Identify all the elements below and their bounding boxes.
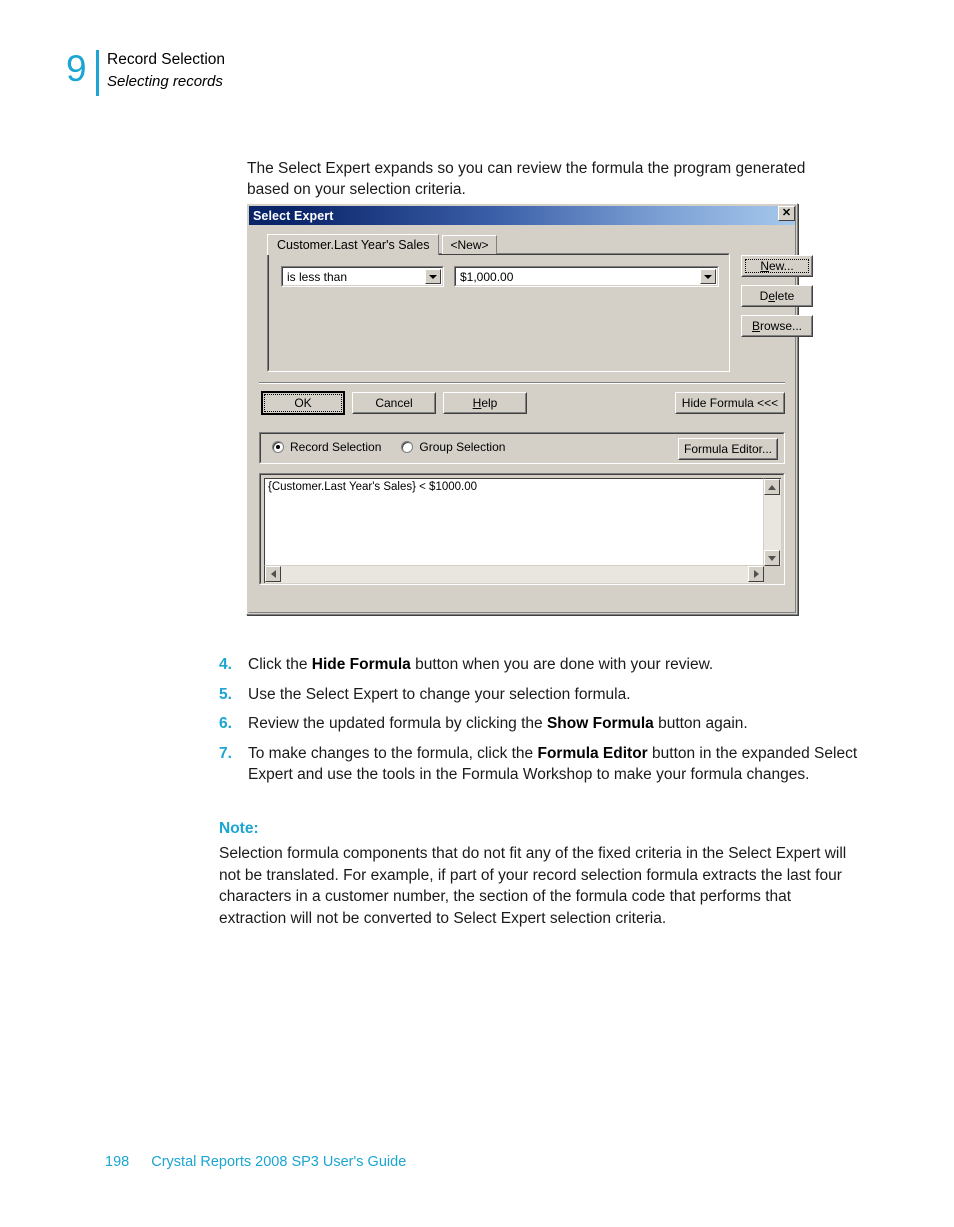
footer-guide-title: Crystal Reports 2008 SP3 User's Guide	[151, 1154, 407, 1170]
value-combobox-value: $1,000.00	[460, 269, 514, 284]
dialog-title: Select Expert	[253, 208, 334, 223]
criteria-panel: is less than $1,000.00	[267, 253, 730, 372]
radio-record-selection[interactable]	[272, 441, 284, 453]
step-item: 7. To make changes to the formula, click …	[219, 743, 859, 786]
step-run: button when you are done with your revie…	[410, 656, 714, 673]
help-button-label: Help	[472, 396, 498, 410]
triangle-left-glyph	[270, 570, 276, 578]
chevron-down-glyph	[429, 274, 437, 279]
cancel-button[interactable]: Cancel	[352, 392, 436, 414]
formula-vertical-scrollbar[interactable]	[764, 478, 781, 566]
step-run: button again.	[653, 715, 748, 732]
chapter-title-group: Record Selection Selecting records	[107, 48, 225, 92]
chapter-number: 9	[66, 48, 87, 89]
triangle-up-glyph	[768, 484, 776, 490]
ok-button-label: OK	[294, 396, 312, 410]
step-item: 6. Review the updated formula by clicking…	[219, 713, 859, 735]
chevron-down-icon[interactable]	[425, 269, 441, 284]
dialog-separator	[259, 382, 785, 384]
hide-formula-button-label: Hide Formula <<<	[681, 396, 779, 410]
select-expert-dialog: Select Expert ✕ Customer.Last Year's Sal…	[246, 203, 813, 615]
tab-new[interactable]: <New>	[442, 235, 497, 254]
operator-combobox[interactable]: is less than	[281, 266, 444, 287]
formula-text: {Customer.Last Year's Sales} < $1000.00	[268, 481, 478, 493]
delete-button[interactable]: Delete	[741, 285, 813, 307]
intro-paragraph: The Select Expert expands so you can rev…	[247, 159, 806, 199]
page-footer: 198 Crystal Reports 2008 SP3 User's Guid…	[105, 1154, 406, 1170]
chapter-subtitle: Selecting records	[107, 73, 223, 90]
step-emphasis: Show Formula	[546, 715, 654, 732]
step-number: 6.	[219, 715, 232, 732]
step-run: Review the updated formula by clicking t…	[248, 715, 547, 732]
formula-editor-button-label: Formula Editor...	[683, 442, 773, 456]
browse-button[interactable]: Browse...	[741, 315, 813, 337]
step-emphasis: Hide Formula	[311, 656, 411, 673]
operator-combobox-value: is less than	[287, 269, 348, 284]
dialog-titlebar[interactable]: Select Expert	[249, 206, 795, 225]
step-item: 4. Click the Hide Formula button when you…	[219, 654, 859, 676]
step-text: Use the Select Expert to change your sel…	[248, 684, 859, 706]
close-glyph: ✕	[781, 207, 792, 219]
chapter-divider-rule	[96, 50, 99, 96]
step-text: Review the updated formula by clicking t…	[248, 713, 859, 735]
new-button[interactable]: New...	[741, 255, 813, 277]
note-heading: Note:	[219, 820, 259, 837]
criteria-tabstrip: Customer.Last Year's Sales <New>	[267, 234, 497, 255]
formula-horizontal-scrollbar[interactable]	[264, 566, 764, 583]
step-text: Click the Hide Formula button when you a…	[248, 654, 859, 676]
page-header: 9 Record Selection Selecting records	[66, 48, 225, 96]
step-run: To make changes to the formula, click th…	[248, 744, 538, 762]
scroll-up-icon[interactable]	[764, 479, 780, 495]
scroll-left-icon[interactable]	[265, 566, 281, 582]
step-emphasis: Formula Editor	[537, 744, 648, 762]
formula-textarea[interactable]: {Customer.Last Year's Sales} < $1000.00	[264, 478, 764, 566]
chevron-down-icon[interactable]	[700, 269, 716, 284]
tab-customer-last-years-sales[interactable]: Customer.Last Year's Sales	[267, 234, 440, 255]
step-number: 7.	[219, 744, 232, 762]
footer-page-number: 198	[105, 1154, 130, 1170]
triangle-right-glyph	[753, 570, 759, 578]
note-body: Selection formula components that do not…	[219, 845, 847, 927]
step-number: 5.	[219, 685, 232, 703]
selection-mode-panel: Record Selection Group Selection Formula…	[259, 432, 785, 464]
radio-group-selection[interactable]	[401, 441, 414, 453]
selection-mode-radio-group: Record Selection Group Selection	[272, 440, 519, 454]
cancel-button-label: Cancel	[375, 396, 413, 410]
step-run: Use the Select Expert to change your sel…	[248, 685, 631, 703]
new-button-label: New...	[760, 259, 794, 273]
triangle-down-glyph	[768, 555, 776, 561]
help-button[interactable]: Help	[443, 392, 527, 414]
step-text: To make changes to the formula, click th…	[248, 743, 859, 786]
radio-group-selection-label: Group Selection	[419, 440, 506, 454]
step-run: Click the	[248, 656, 312, 673]
scroll-down-icon[interactable]	[764, 550, 780, 566]
delete-button-label: Delete	[759, 289, 795, 303]
scroll-right-icon[interactable]	[748, 566, 764, 582]
step-number: 4.	[219, 656, 232, 673]
chapter-title: Record Selection	[107, 51, 226, 68]
formula-editor-button[interactable]: Formula Editor...	[678, 438, 778, 460]
hide-formula-button[interactable]: Hide Formula <<<	[675, 392, 785, 414]
value-combobox[interactable]: $1,000.00	[454, 266, 719, 287]
chevron-down-glyph	[704, 274, 712, 279]
formula-display-frame: {Customer.Last Year's Sales} < $1000.00	[259, 473, 785, 585]
close-icon[interactable]: ✕	[778, 206, 795, 221]
step-item: 5. Use the Select Expert to change your s…	[219, 684, 859, 706]
ok-button[interactable]: OK	[261, 391, 345, 415]
radio-record-selection-label: Record Selection	[290, 440, 382, 454]
numbered-steps-list: 4. Click the Hide Formula button when you…	[219, 654, 859, 794]
browse-button-label: Browse...	[751, 319, 803, 333]
